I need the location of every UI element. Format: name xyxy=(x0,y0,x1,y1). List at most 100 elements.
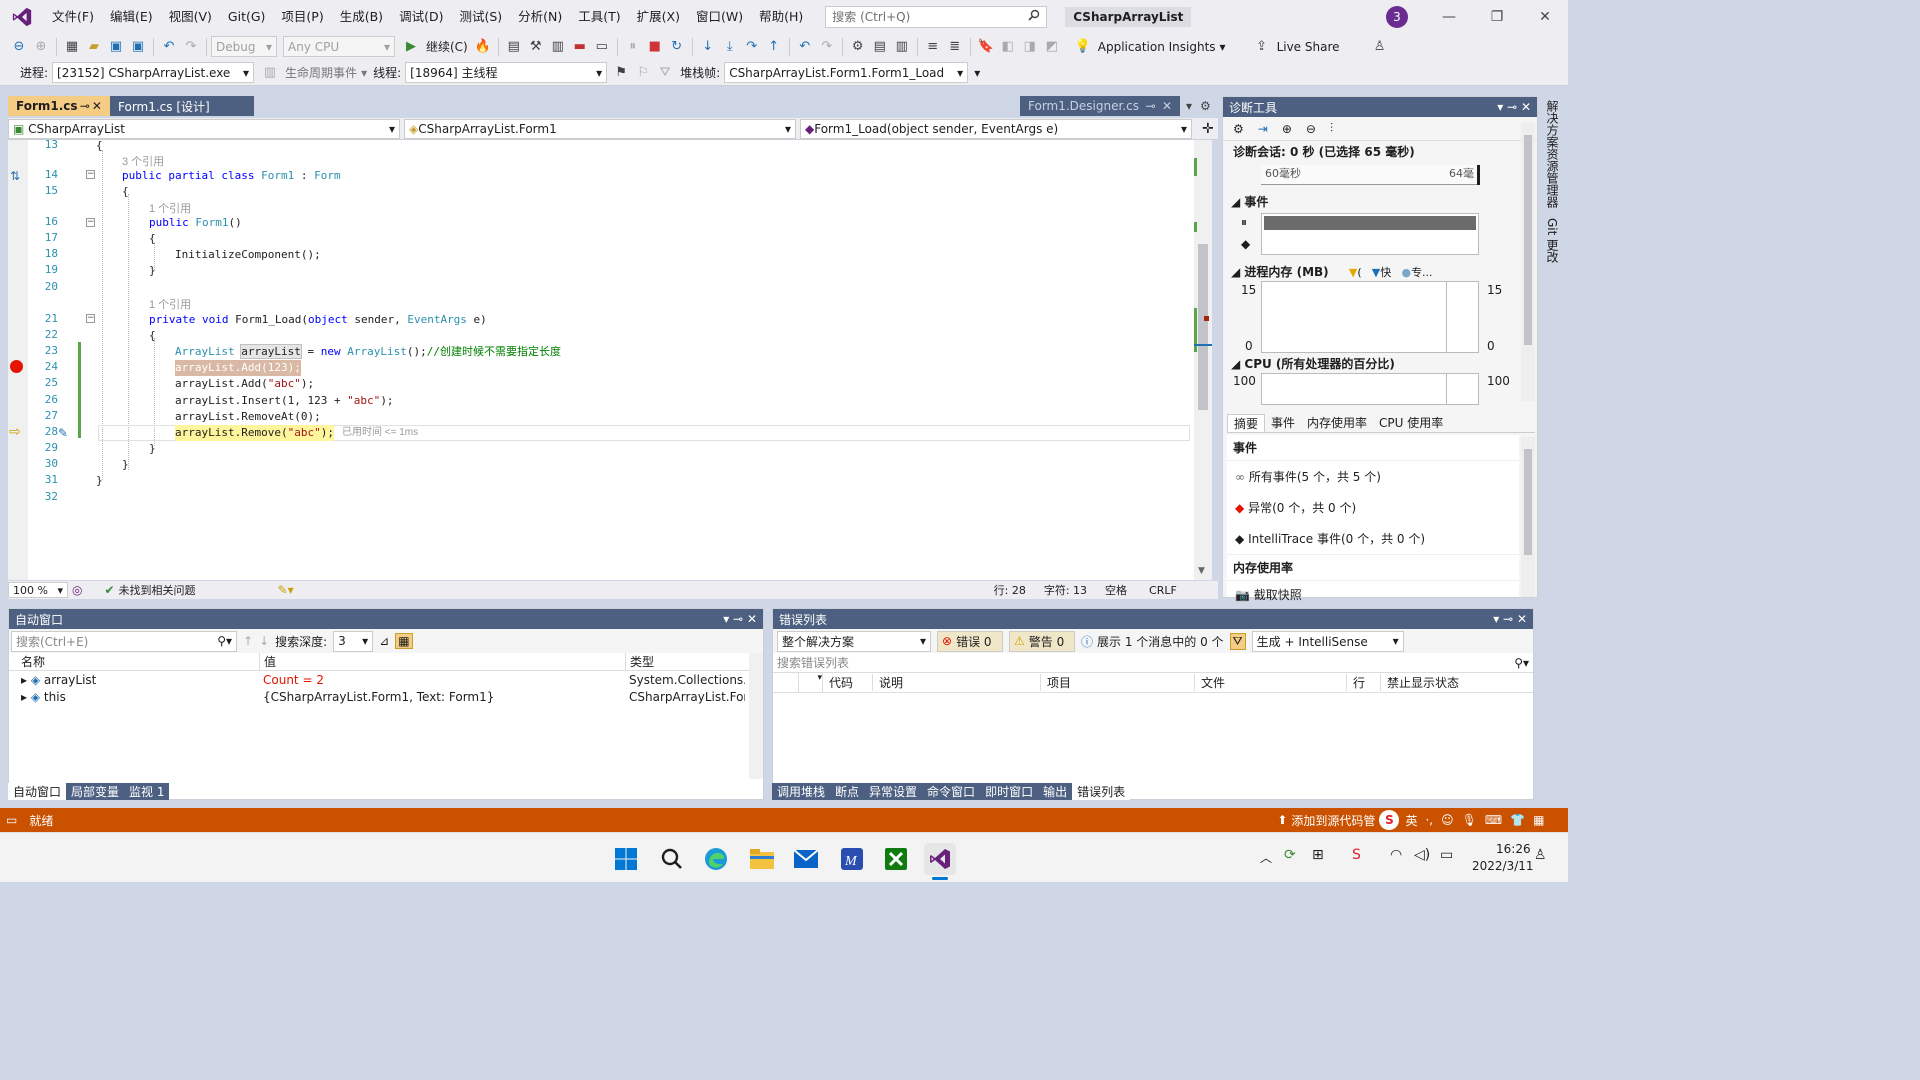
output-icon[interactable]: ▭ xyxy=(6,813,17,827)
hex-display-icon[interactable]: ▦ xyxy=(395,633,413,649)
scope-select[interactable]: 整个解决方案 ▾ xyxy=(777,630,931,652)
window-icon[interactable]: ▭ xyxy=(592,37,612,57)
navigate-back-icon[interactable]: ⊖ xyxy=(9,37,29,57)
timeline-ruler[interactable]: 60毫秒 64毫 xyxy=(1261,165,1480,185)
tab-cpu-usage[interactable]: CPU 使用率 xyxy=(1373,414,1449,431)
column-header-line[interactable]: 行 xyxy=(1347,674,1381,691)
stack-frame-select[interactable]: CSharpArrayList.Form1.Form1_Load ▾ xyxy=(724,62,969,83)
codelens-references[interactable]: 1 个引用 xyxy=(149,296,191,312)
process-select[interactable]: [23152] CSharpArrayList.exe ▾ xyxy=(52,62,255,83)
share-icon[interactable]: ⇪ xyxy=(1252,37,1272,57)
pin-icon[interactable]: ⊸ xyxy=(1507,100,1517,114)
pin-icon[interactable]: ⊸ xyxy=(733,612,743,626)
threads-icon[interactable]: ▥ xyxy=(892,37,912,57)
search-up-icon[interactable]: ↑ xyxy=(243,634,253,648)
account-badge[interactable]: 3 xyxy=(1386,6,1408,28)
sogou-tray-icon[interactable]: S xyxy=(1352,847,1361,863)
new-project-icon[interactable]: ▦ xyxy=(62,37,82,57)
tab-summary[interactable]: 摘要 xyxy=(1227,413,1266,432)
expand-icon[interactable]: ▸ xyxy=(21,673,27,687)
comment-icon[interactable]: ≡ xyxy=(923,37,943,57)
column-header-type[interactable]: 类型 xyxy=(625,653,745,670)
column-header-project[interactable]: 项目 xyxy=(1041,674,1195,691)
navigate-forward-icon[interactable]: ⊕ xyxy=(31,37,51,57)
tab-output[interactable]: 输出 xyxy=(1038,783,1072,800)
lifecycle-events-icon[interactable]: ▥ xyxy=(260,63,280,83)
autos-search-input[interactable]: 搜索(Ctrl+E) ⚲▾ xyxy=(11,630,237,652)
undo-icon[interactable]: ↶ xyxy=(159,37,179,57)
toolbar-overflow-icon[interactable]: ▾ xyxy=(974,66,980,80)
gear-icon[interactable]: ⚙ xyxy=(1233,122,1244,136)
take-snapshot-button[interactable]: 📷 截取快照 xyxy=(1227,581,1519,608)
emoji-icon[interactable]: ☺ xyxy=(1441,813,1454,827)
continue-button[interactable]: 继续(C) xyxy=(426,38,468,55)
diag-top-scrollbar[interactable] xyxy=(1521,123,1535,401)
pause-icon[interactable]: ⏸ xyxy=(623,37,643,57)
step-out-icon[interactable]: ↑ xyxy=(764,37,784,57)
all-events-item[interactable]: ∞ 所有事件(5 个，共 5 个) xyxy=(1227,461,1519,492)
search-depth-select[interactable]: 3 ▾ xyxy=(333,630,374,652)
build-filter-select[interactable]: 生成 + IntelliSense ▾ xyxy=(1251,630,1404,652)
git-changes-tab[interactable]: Git 更改 xyxy=(1544,218,1561,263)
tab-breakpoints[interactable]: 断点 xyxy=(830,783,864,800)
restart-icon[interactable]: ↻ xyxy=(667,37,687,57)
sort-icon[interactable]: ▾ xyxy=(799,672,823,693)
close-icon[interactable]: ✕ xyxy=(1162,99,1172,113)
menu-help[interactable]: 帮助(H) xyxy=(751,0,811,33)
solution-explorer-tab[interactable]: 解决方案资源管理器 xyxy=(1544,100,1561,208)
menu-debug[interactable]: 调试(D) xyxy=(391,0,451,33)
step-back-icon[interactable]: ↶ xyxy=(795,37,815,57)
tab-form1-cs[interactable]: Form1.cs ⊸ ✕ xyxy=(8,96,110,116)
variable-value[interactable]: Count = 2 xyxy=(259,673,625,687)
flag-icon[interactable]: ⚑ xyxy=(611,63,631,83)
variable-value[interactable]: {CSharpArrayList.Form1, Text: Form1} xyxy=(259,690,625,704)
tab-form1-designer[interactable]: Form1.cs [设计] xyxy=(110,96,254,116)
keyboard-icon[interactable]: ⌨ xyxy=(1485,813,1502,827)
start-menu-windows-icon[interactable] xyxy=(610,843,642,875)
menu-analyze[interactable]: 分析(N) xyxy=(510,0,570,33)
column-header-severity[interactable] xyxy=(773,672,799,693)
edge-browser-icon[interactable] xyxy=(700,843,732,875)
clock-time[interactable]: 16:26 xyxy=(1496,842,1531,856)
feedback-icon[interactable]: ♙ xyxy=(1370,37,1390,57)
step-into-icon[interactable]: ⤓ xyxy=(720,37,740,57)
intellitrace-item[interactable]: ◆ IntelliTrace 事件(0 个，共 0 个) xyxy=(1227,523,1519,554)
bookmark-icon[interactable]: 🔖 xyxy=(976,37,996,57)
file-explorer-icon[interactable] xyxy=(746,843,778,875)
skin-icon[interactable]: 👕 xyxy=(1510,813,1525,827)
save-all-icon[interactable]: ▣ xyxy=(128,37,148,57)
expand-icon[interactable]: ▸ xyxy=(21,690,27,704)
step-over-icon[interactable]: ↷ xyxy=(742,37,762,57)
tab-autos[interactable]: 自动窗口 xyxy=(8,783,67,800)
gear-icon[interactable]: ⚙ xyxy=(1200,96,1211,116)
tab-command-window[interactable]: 命令窗口 xyxy=(922,783,980,800)
wifi-icon[interactable]: ◠ xyxy=(1390,847,1402,863)
codelens-references[interactable]: 1 个引用 xyxy=(149,200,191,216)
xbox-icon[interactable] xyxy=(880,843,912,875)
column-header-code[interactable]: 代码 xyxy=(823,674,873,691)
toolbox-icon[interactable]: ▬ xyxy=(570,37,590,57)
filter-threads-icon[interactable]: ⛛ xyxy=(655,63,675,83)
code-editor[interactable]: ⇅ ⇨ ✎ − − − 13 14 15 16 17 18 19 20 21 2… xyxy=(8,140,1194,580)
column-header-value[interactable]: 值 xyxy=(259,653,625,670)
menu-window[interactable]: 窗口(W) xyxy=(688,0,751,33)
diag-bottom-scrollbar[interactable] xyxy=(1521,437,1535,597)
warnings-filter-button[interactable]: ⚠ 警告 0 xyxy=(1009,630,1075,652)
show-next-statement-icon[interactable]: ↓ xyxy=(698,37,718,57)
clear-bookmarks-icon[interactable]: ◩ xyxy=(1042,37,1062,57)
open-folder-icon[interactable]: ▰ xyxy=(84,37,104,57)
autos-vertical-scrollbar[interactable] xyxy=(749,653,763,779)
ime-tray-icon[interactable]: ⊞ xyxy=(1312,847,1324,863)
perf-tip[interactable]: 已用时间 <= 1ms xyxy=(342,425,418,441)
hot-reload-icon[interactable]: 🔥 xyxy=(473,37,493,57)
scrollbar-thumb[interactable] xyxy=(1524,135,1532,345)
lifecycle-events-button[interactable]: 生命周期事件 xyxy=(285,64,357,81)
stop-icon[interactable]: ■ xyxy=(645,37,665,57)
tab-call-stack[interactable]: 调用堆栈 xyxy=(772,783,830,800)
mail-icon[interactable] xyxy=(790,843,822,875)
menu-file[interactable]: 文件(F) xyxy=(44,0,102,33)
pin-icon[interactable]: ⊸ xyxy=(1145,99,1155,113)
toolbox-icon[interactable]: ▦ xyxy=(1533,813,1544,827)
configuration-select[interactable]: Debug ▾ xyxy=(211,36,277,57)
global-search-input[interactable]: 搜索 (Ctrl+Q) xyxy=(825,5,1048,28)
